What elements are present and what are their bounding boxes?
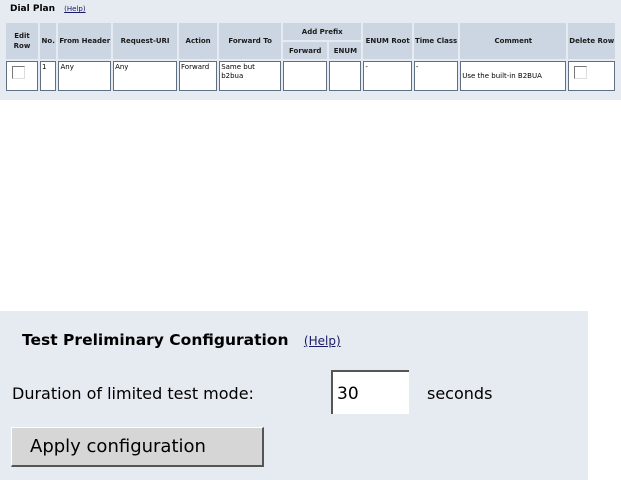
cell-prefix-forward bbox=[283, 61, 328, 91]
table-row: 1 Any Any Forward Same but b2bua - - Use… bbox=[6, 61, 615, 91]
cell-no: 1 bbox=[39, 61, 57, 91]
dial-plan-table: Edit Row No. From Header Request-URI Act… bbox=[4, 21, 617, 93]
test-config-panel: Test Preliminary Configuration (Help) Du… bbox=[0, 311, 588, 480]
col-header-action: Action bbox=[179, 23, 218, 59]
duration-input[interactable] bbox=[331, 370, 409, 414]
delete-row-cell bbox=[568, 61, 615, 91]
cell-from-header: Any bbox=[58, 61, 112, 91]
test-config-title: Test Preliminary Configuration (Help) bbox=[22, 331, 341, 349]
col-header-from-header: From Header bbox=[58, 23, 112, 59]
delete-row-checkbox[interactable] bbox=[574, 66, 588, 79]
dial-plan-help-link[interactable]: (Help) bbox=[64, 5, 85, 13]
dial-plan-panel: Dial Plan (Help) Edit Row No. From Heade… bbox=[0, 0, 621, 100]
dial-plan-header-row: Edit Row No. From Header Request-URI Act… bbox=[6, 23, 615, 59]
cell-request-uri: Any bbox=[113, 61, 178, 91]
cell-forward-to: Same but b2bua bbox=[219, 61, 282, 91]
col-header-delete-row: Delete Row bbox=[568, 23, 615, 59]
col-header-enum-root: ENUM Root bbox=[363, 23, 412, 59]
col-header-forward-to: Forward To bbox=[219, 23, 282, 59]
col-header-edit-row: Edit Row bbox=[6, 23, 38, 59]
cell-enum-root: - bbox=[363, 61, 412, 91]
edit-row-cell bbox=[6, 61, 38, 91]
col-header-comment: Comment bbox=[460, 23, 567, 59]
cell-action: Forward bbox=[179, 61, 218, 91]
duration-label: Duration of limited test mode: bbox=[12, 384, 254, 403]
duration-unit-label: seconds bbox=[427, 384, 493, 403]
dial-plan-title: Dial Plan (Help) bbox=[10, 4, 86, 14]
test-config-help-link[interactable]: (Help) bbox=[304, 334, 341, 348]
cell-time-class: - bbox=[413, 61, 459, 91]
cell-prefix-enum bbox=[329, 61, 362, 91]
col-header-request-uri: Request-URI bbox=[113, 23, 178, 59]
col-header-prefix-enum: ENUM bbox=[329, 42, 362, 59]
dial-plan-title-text: Dial Plan bbox=[10, 4, 56, 14]
col-header-prefix-forward: Forward bbox=[283, 42, 328, 59]
test-config-title-text: Test Preliminary Configuration bbox=[22, 331, 289, 349]
col-header-time-class: Time Class bbox=[413, 23, 459, 59]
col-header-add-prefix: Add Prefix bbox=[283, 23, 362, 40]
cell-comment: Use the built-in B2BUA bbox=[460, 61, 567, 91]
edit-row-checkbox[interactable] bbox=[12, 66, 25, 79]
apply-configuration-button[interactable]: Apply configuration bbox=[11, 427, 264, 467]
col-header-no: No. bbox=[39, 23, 57, 59]
